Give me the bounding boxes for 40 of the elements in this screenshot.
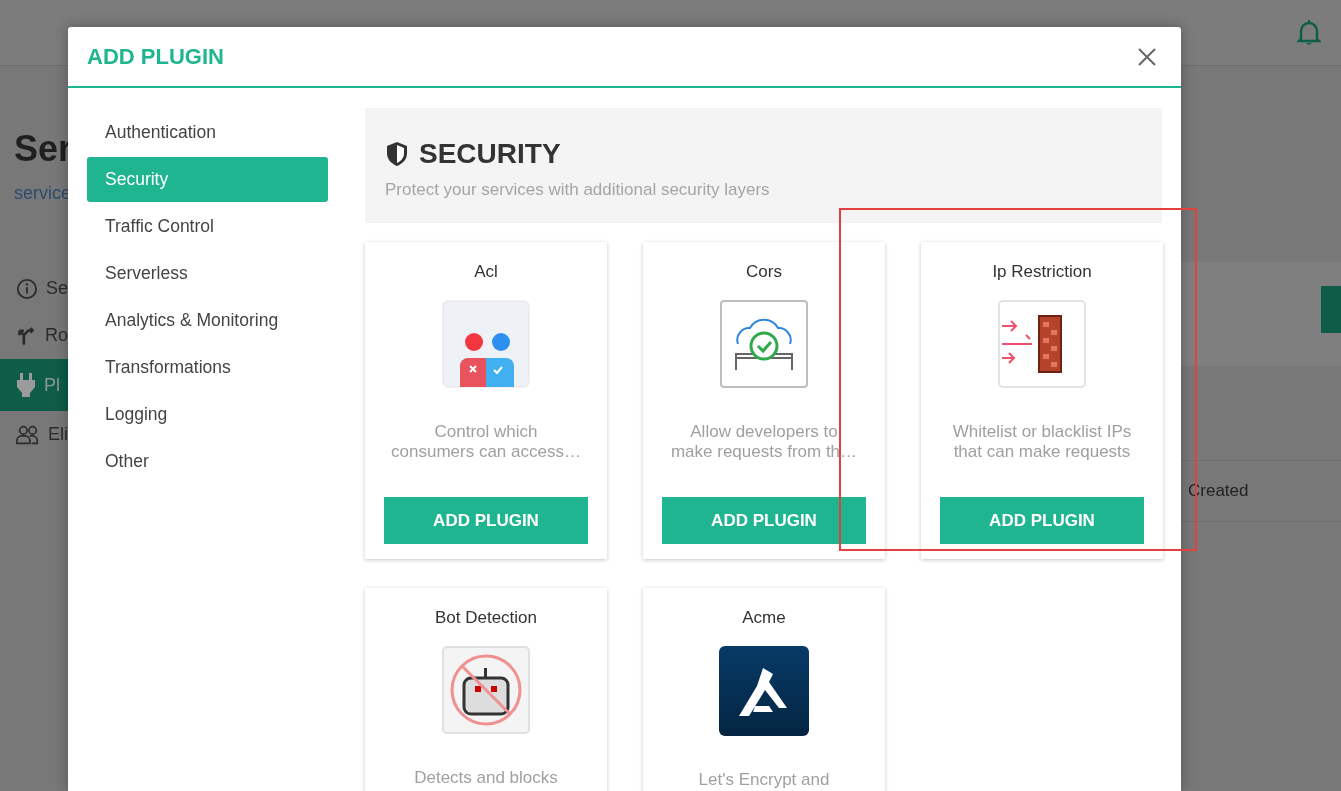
- sidebar-item[interactable]: Se: [0, 265, 68, 312]
- category-item[interactable]: Security: [87, 157, 328, 202]
- section-title: SECURITY: [419, 138, 561, 170]
- action-button[interactable]: [1321, 286, 1341, 333]
- no-robot-icon: [442, 646, 530, 734]
- plugin-name: Acme: [742, 608, 786, 628]
- plugin-description: Let's Encrypt and: [698, 770, 830, 791]
- shield-icon: [385, 141, 409, 167]
- category-item[interactable]: Analytics & Monitoring: [87, 298, 328, 343]
- plugin-name: Ip Restriction: [992, 262, 1092, 282]
- cloud-check-icon: [720, 300, 808, 388]
- plugin-description: Control which consumers can access…: [391, 422, 581, 462]
- firewall-icon: [998, 300, 1086, 388]
- add-plugin-button[interactable]: ADD PLUGIN: [662, 497, 866, 544]
- category-item[interactable]: Logging: [87, 392, 328, 437]
- two-people-icon: [442, 300, 530, 388]
- service-link[interactable]: service: [14, 183, 71, 204]
- plugin-name: Acl: [474, 262, 498, 282]
- plugin-name: Bot Detection: [434, 608, 538, 628]
- sidebar-item[interactable]: Eli: [0, 411, 68, 458]
- section-subtitle: Protect your services with additional security layers: [385, 180, 771, 200]
- info-icon: [16, 276, 38, 301]
- category-item[interactable]: Traffic Control: [87, 204, 328, 249]
- plugin-description: Detects and blocks: [414, 768, 558, 789]
- plugin-description: Whitelist or blacklist IPs that can make requests: [952, 422, 1132, 462]
- dialog-title: ADD PLUGIN: [87, 43, 224, 70]
- page-title: Ser: [14, 128, 73, 170]
- sidebar-item[interactable]: Pl: [0, 359, 68, 411]
- sidebar-item[interactable]: Ro: [0, 312, 68, 359]
- category-item[interactable]: Other: [87, 439, 328, 484]
- add-plugin-button[interactable]: ADD PLUGIN: [940, 497, 1144, 544]
- category-item[interactable]: Authentication: [87, 110, 328, 155]
- people-icon: [16, 423, 40, 446]
- add-plugin-button[interactable]: ADD PLUGIN: [384, 497, 588, 544]
- category-item[interactable]: Transformations: [87, 345, 328, 390]
- plugin-name: Cors: [746, 262, 782, 282]
- close-icon[interactable]: [1137, 46, 1157, 67]
- bell-icon[interactable]: [1297, 19, 1321, 46]
- plug-icon: [16, 372, 36, 398]
- category-item[interactable]: Serverless: [87, 251, 328, 296]
